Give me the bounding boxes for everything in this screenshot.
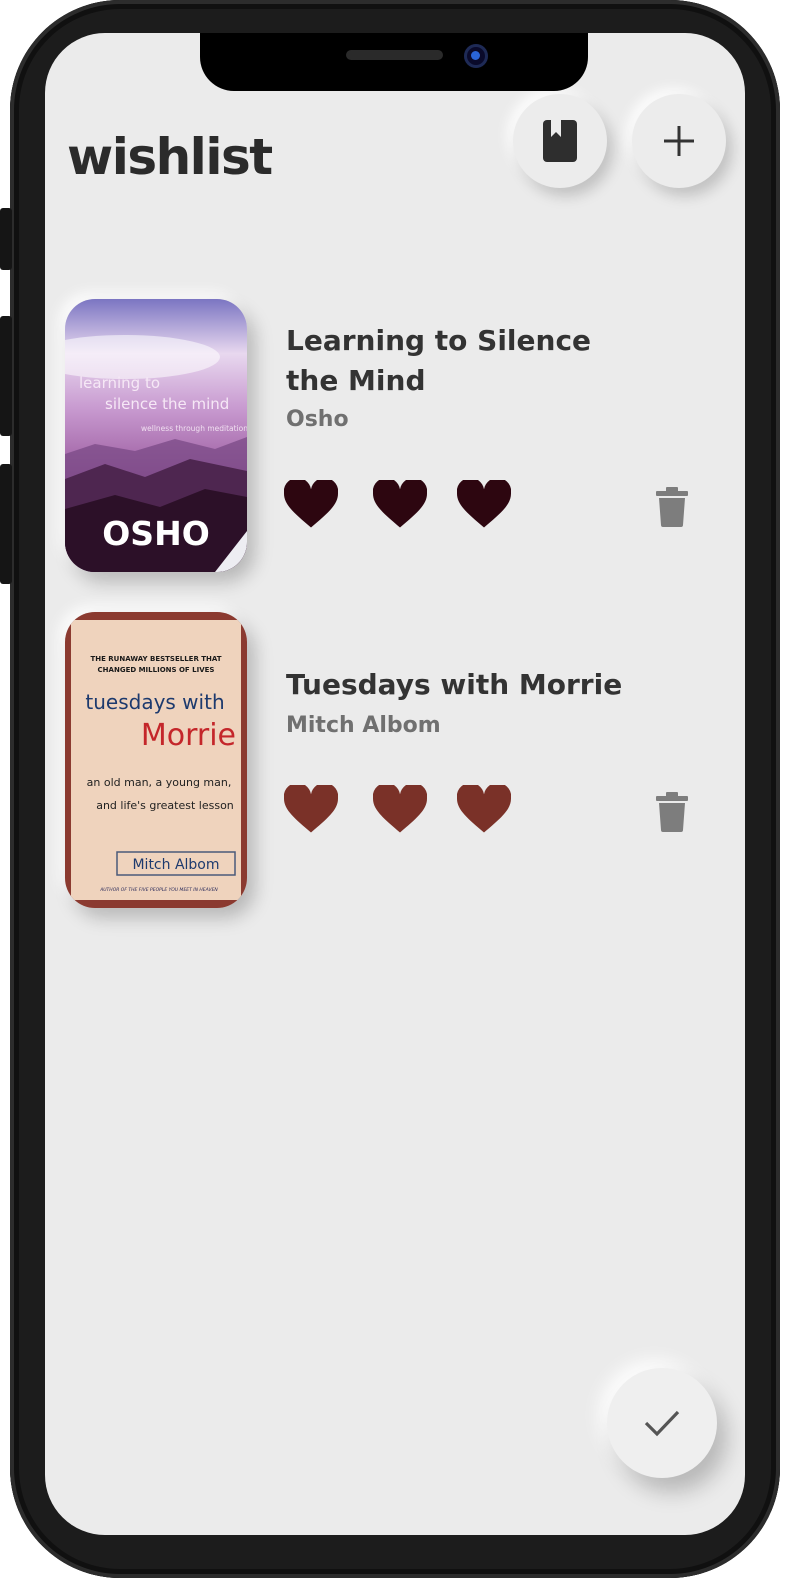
cover-footer: AUTHOR OF THE FIVE PEOPLE YOU MEET IN HE… — [99, 887, 218, 893]
done-button[interactable] — [607, 1368, 717, 1478]
rating-hearts — [284, 480, 524, 534]
cover-tagline: CHANGED MILLIONS OF LIVES — [98, 666, 215, 674]
book-cover[interactable]: learning to silence the mind wellness th… — [65, 299, 247, 572]
cover-title-line: tuesdays with — [85, 690, 224, 714]
app-screen: wishlist learning to silence the mind we… — [45, 33, 745, 1535]
book-author: Osho — [286, 407, 349, 432]
cover-title-line: Morrie — [141, 718, 236, 753]
book-cover[interactable]: THE RUNAWAY BESTSELLER THAT CHANGED MILL… — [65, 612, 247, 908]
ring-silent-switch — [0, 208, 12, 270]
cover-subtitle: wellness through meditation — [141, 424, 247, 433]
cover-image: THE RUNAWAY BESTSELLER THAT CHANGED MILL… — [65, 612, 247, 908]
rating-hearts — [284, 785, 524, 839]
volume-down-button — [0, 464, 12, 584]
cover-subtitle: and life's greatest lesson — [96, 799, 234, 812]
cover-author: Mitch Albom — [132, 857, 219, 873]
heart-icon[interactable] — [284, 785, 338, 835]
cover-author: OSHO — [102, 514, 210, 553]
book-author: Mitch Albom — [286, 713, 441, 738]
trash-icon[interactable] — [656, 487, 688, 527]
book-icon — [543, 120, 577, 162]
cover-title-line: silence the mind — [105, 395, 229, 413]
cover-title-line: learning to — [79, 374, 160, 392]
cover-image: learning to silence the mind wellness th… — [65, 299, 247, 572]
trash-icon[interactable] — [656, 792, 688, 832]
plus-icon — [664, 126, 694, 156]
add-book-button[interactable] — [632, 94, 726, 188]
cover-tagline: THE RUNAWAY BESTSELLER THAT — [90, 655, 221, 663]
front-camera — [464, 44, 488, 68]
book-title: Learning to Silence the Mind — [286, 324, 592, 397]
heart-icon[interactable] — [373, 480, 427, 530]
volume-up-button — [0, 316, 12, 436]
page-title: wishlist — [67, 128, 273, 186]
heart-icon[interactable] — [373, 785, 427, 835]
checkmark-icon — [644, 1410, 680, 1437]
speaker — [346, 50, 443, 60]
library-button[interactable] — [513, 94, 607, 188]
cover-subtitle: an old man, a young man, — [87, 776, 232, 789]
notch — [200, 33, 588, 91]
book-title: Tuesdays with Morrie — [286, 668, 623, 701]
heart-icon[interactable] — [457, 785, 511, 835]
heart-icon[interactable] — [284, 480, 338, 530]
heart-icon[interactable] — [457, 480, 511, 530]
